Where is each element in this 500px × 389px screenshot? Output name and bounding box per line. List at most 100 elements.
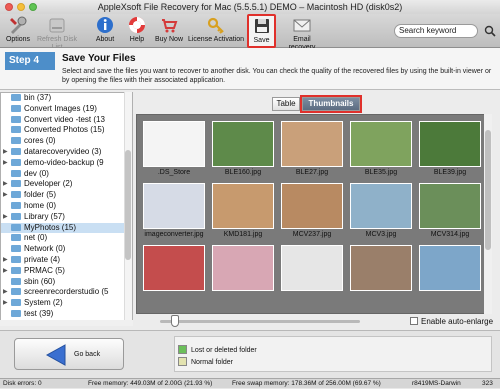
tree-item[interactable]: Converted Photos (15) [1,125,132,136]
tree-item[interactable]: ▶ private (4) [1,255,132,266]
tree-item-label: Converted Photos (15) [24,125,105,135]
thumbnail-item[interactable] [279,245,345,292]
thumbnail-item[interactable]: BLE160.jpg [210,121,276,178]
thumbnail-item[interactable]: BLE39.jpg [417,121,483,178]
thumbnail-item[interactable]: MCV3.jpg [348,183,414,240]
floppy-disk-icon [254,19,269,33]
image-thumbnail [212,121,274,167]
back-arrow-icon [45,344,66,366]
folder-icon [11,201,21,209]
thumbnail-item[interactable]: MCV314.jpg [417,183,483,240]
thumbnail-item[interactable]: MCV237.jpg [279,183,345,240]
disclosure-triangle-icon[interactable]: ▶ [3,298,8,309]
search-input[interactable]: Search keyword [394,24,478,38]
thumbnail-caption: BLE160.jpg [224,169,262,176]
license-label: License Activation [187,36,245,43]
tree-item[interactable]: ▶ PRMAC (5) [1,266,132,277]
tree-item-label: Developer (2) [24,179,73,189]
folder-icon [11,245,21,253]
enable-auto-enlarge-label: Enable auto-enlarge [421,317,494,326]
app-window: AppleXsoft File Recovery for Mac (5.5.5.… [0,0,500,388]
image-thumbnail [419,183,481,229]
license-activation-button[interactable]: License Activation [187,15,245,47]
thumbnail-item[interactable] [141,245,207,292]
minimize-window-button[interactable] [17,3,25,11]
thumbnail-caption: MCV3.jpg [365,231,397,238]
tree-item[interactable]: Convert Images (19) [1,104,132,115]
disclosure-triangle-icon[interactable]: ▶ [3,266,8,277]
tab-thumbnails[interactable]: Thumbnails [300,95,362,113]
tab-table[interactable]: Table [272,97,300,111]
thumbnail-item[interactable] [210,245,276,292]
tree-item[interactable]: MyPhotos (15) [1,222,132,234]
enable-auto-enlarge-checkbox[interactable]: Enable auto-enlarge [410,317,493,327]
disclosure-triangle-icon[interactable]: ▶ [3,179,8,190]
tree-item[interactable]: bin (37) [1,93,132,104]
tree-item[interactable]: ▶ System (2) [1,298,132,309]
tree-scrollbar-thumb[interactable] [125,150,131,260]
tree-item-label: MyPhotos (15) [24,222,77,232]
tree-item[interactable]: ▶ demo-video-backup (9 [1,158,132,169]
close-window-button[interactable] [5,3,13,11]
thumbnail-item[interactable] [417,245,483,292]
folder-tree[interactable]: bin (37) Convert Images (19) Convert video… [0,92,133,324]
refresh-disk-list-button[interactable]: Refresh Disk List [33,15,81,51]
about-button[interactable]: About [92,15,118,47]
disk-icon [49,18,65,33]
tree-item[interactable]: Convert video -test (13 [1,115,132,126]
image-thumbnail [419,121,481,167]
disclosure-triangle-icon[interactable]: ▶ [3,158,8,169]
thumbnail-item[interactable]: BLE35.jpg [348,121,414,178]
help-button[interactable]: Help [126,15,148,47]
go-back-button[interactable] [14,338,124,370]
folder-icon [11,126,21,134]
image-thumbnail [143,183,205,229]
tree-item[interactable]: ▶ folder (5) [1,190,132,201]
disclosure-triangle-icon[interactable]: ▶ [3,212,8,223]
folder-icon [11,288,21,296]
folder-icon [11,191,21,199]
thumbnail-caption: .DS_Store [157,169,191,176]
tree-item[interactable]: home (0) [1,201,132,212]
tree-item-label: home (0) [24,200,57,210]
options-label: Options [5,36,31,43]
grid-scrollbar-thumb[interactable] [485,130,491,250]
tree-item-label: sbin (60) [24,276,56,286]
thumbnail-caption: KMD181.jpg [223,231,263,238]
thumbnail-item[interactable]: .DS_Store [141,121,207,178]
email-recovery-button[interactable]: Email recovery [279,15,325,51]
tree-item[interactable]: test (39) [1,309,132,320]
tree-item[interactable]: net (0) [1,233,132,244]
disclosure-triangle-icon[interactable]: ▶ [3,190,8,201]
image-thumbnail [350,121,412,167]
zoom-window-button[interactable] [29,3,37,11]
thumbnail-size-slider-knob[interactable] [171,315,179,327]
status-bar: Disk errors: 0 Free memory: 449.03M of 2… [0,378,500,388]
tree-item[interactable]: cores (0) [1,136,132,147]
disclosure-triangle-icon[interactable]: ▶ [3,147,8,158]
tree-item[interactable]: ▶ screenrecorderstudio (5 [1,287,132,298]
tree-horizontal-scrollbar[interactable] [0,320,133,326]
thumbnail-item[interactable]: imageconverter.jpg [141,183,207,240]
buy-now-button[interactable]: Buy Now [154,15,184,47]
tree-item[interactable]: Network (0) [1,244,132,255]
thumbnail-item[interactable] [348,245,414,292]
buy-now-label: Buy Now [154,36,183,43]
options-button[interactable]: Options [3,15,33,47]
thumbnail-item[interactable]: BLE27.jpg [279,121,345,178]
disclosure-triangle-icon[interactable]: ▶ [3,287,8,298]
lifebuoy-icon [129,17,145,33]
tree-item[interactable]: ▶ Developer (2) [1,179,132,190]
search-icon[interactable] [484,25,496,37]
about-label: About [95,36,115,43]
save-button[interactable]: Save [247,14,276,48]
thumbnail-size-slider[interactable] [160,320,360,323]
tree-item[interactable]: dev (0) [1,169,132,180]
disclosure-triangle-icon[interactable]: ▶ [3,255,8,266]
tree-item[interactable]: ▶ datarecoveryvideo (3) [1,147,132,158]
checkbox-box[interactable] [410,317,418,325]
folder-icon [11,147,21,155]
thumbnail-item[interactable]: KMD181.jpg [210,183,276,240]
tree-item[interactable]: ▶ Library (57) [1,212,132,223]
tree-item[interactable]: sbin (60) [1,277,132,288]
